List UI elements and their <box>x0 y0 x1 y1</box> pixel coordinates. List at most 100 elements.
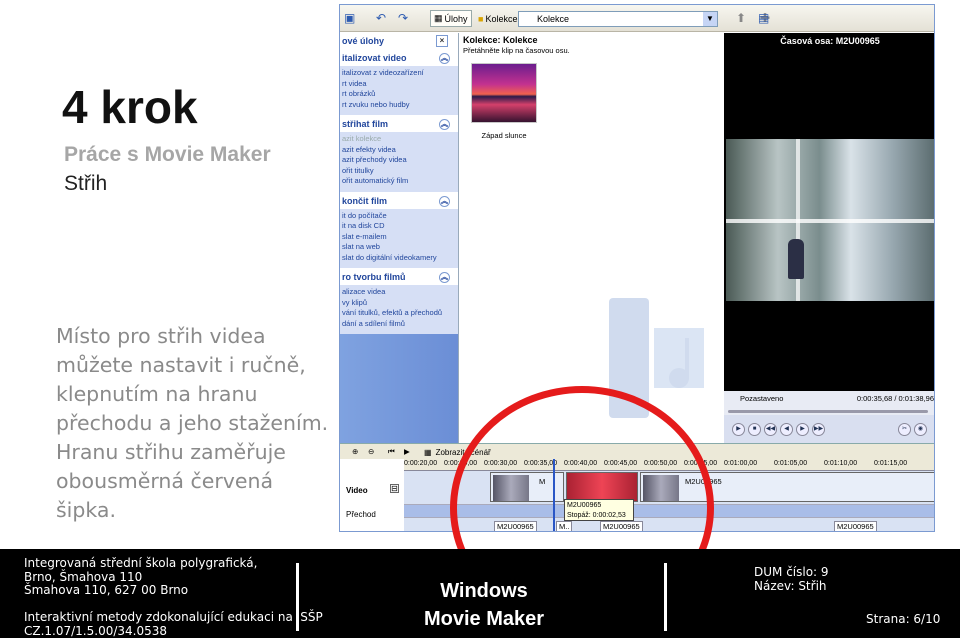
toolbar: ▣ ↶ ↷ ▦ Úlohy ■ Kolekce Kolekce ▼ ⬆ ✚ ✚ ▤ <box>340 5 934 32</box>
collapse-icon[interactable]: ︽ <box>439 272 450 283</box>
footer: Integrovaná střední škola polygrafická, … <box>0 549 960 638</box>
task-link[interactable]: slat do digitální videokamery <box>342 253 456 264</box>
task-link[interactable]: it do počítače <box>342 211 456 222</box>
task-section: italizovat video ︽ italizovat z videozaří… <box>340 49 458 115</box>
dum-info: DUM číslo: 9 Název: Střih <box>754 565 829 593</box>
timecode: 0:00:35,68 / 0:01:38,96 <box>856 394 934 403</box>
section-header[interactable]: ro tvorbu filmů ︽ <box>340 268 458 285</box>
storyboard-icon: ▦ <box>424 448 432 457</box>
prev-frame-icon[interactable]: ◀ <box>780 422 793 436</box>
project-line: CZ.1.07/1.5.00/34.0538 <box>24 623 168 638</box>
body-line: můžete nastavit i ručně, <box>56 353 306 377</box>
page-number: Strana: 6/10 <box>866 612 941 626</box>
task-pane-title: ové úlohy <box>342 36 385 46</box>
body-line: přechodu a jeho stažením. <box>56 411 329 435</box>
tasks-label: Úlohy <box>444 13 468 24</box>
collection-panel: Kolekce: Kolekce Přetáhněte klip na časo… <box>458 33 724 443</box>
task-link[interactable]: slat na web <box>342 242 456 253</box>
body-line: klepnutím na hranu <box>56 382 258 406</box>
status-text: Pozastaveno <box>740 394 784 403</box>
views-icon[interactable]: ▤ <box>758 11 769 25</box>
dum-number: DUM číslo: 9 <box>754 565 829 579</box>
collections-label: Kolekce <box>485 13 518 24</box>
ruler-tick: 0:01:05,00 <box>774 460 808 467</box>
collection-combo[interactable]: Kolekce ▼ <box>518 11 718 27</box>
seek-bar[interactable] <box>724 407 934 415</box>
task-link[interactable]: azit efekty videa <box>342 145 456 156</box>
folder-up-icon[interactable]: ⬆ <box>736 11 746 25</box>
video-track-label: Video <box>346 486 368 495</box>
track-clip[interactable]: M2U00965 <box>834 521 877 531</box>
school-line: Brno, Šmahova 110 <box>24 569 143 584</box>
zoom-out-icon[interactable]: ⊖ <box>368 444 374 459</box>
section-title: italizovat video <box>342 53 407 63</box>
task-link: azit kolekce <box>342 134 382 143</box>
tasks-icon: ▦ <box>434 13 443 23</box>
task-link[interactable]: vy klipů <box>342 298 456 309</box>
section-title: končit film <box>342 195 388 206</box>
section-header[interactable]: končit film ︽ <box>340 191 458 209</box>
collections-button[interactable]: ■ Kolekce <box>474 10 521 27</box>
body-line: Hranu střihu zaměřuje <box>56 440 286 464</box>
topic-line: Movie Maker <box>423 608 545 630</box>
redo-icon[interactable]: ↷ <box>398 11 408 25</box>
task-link[interactable]: azit přechody videa <box>342 155 456 166</box>
slide-subtitle: Práce s Movie Maker <box>64 143 271 166</box>
dum-name: Název: Střih <box>754 579 827 593</box>
ruler-tick: 0:01:15,00 <box>874 460 908 467</box>
split-icon[interactable]: ✂ <box>898 422 911 436</box>
task-link[interactable]: rt videa <box>342 79 456 90</box>
task-pane-header: ové úlohy × <box>340 33 458 49</box>
school-line: Šmahova 110, 627 00 Brno <box>24 583 189 597</box>
close-icon[interactable]: × <box>436 35 448 47</box>
play-timeline-icon[interactable]: ▶ <box>404 444 410 459</box>
undo-icon[interactable]: ↶ <box>376 11 386 25</box>
ruler-tick: 0:01:10,00 <box>824 460 858 467</box>
task-link[interactable]: ořit titulky <box>342 166 456 177</box>
save-icon[interactable]: ▣ <box>344 11 355 25</box>
task-pane: ové úlohy × italizovat video ︽ italizovat … <box>340 33 458 443</box>
rewind-icon[interactable]: ◀◀ <box>764 422 777 436</box>
section-header[interactable]: italizovat video ︽ <box>340 49 458 66</box>
chevron-down-icon[interactable]: ▼ <box>703 12 717 26</box>
transition-track-label: Přechod <box>346 510 376 519</box>
task-link[interactable]: rt zvuku nebo hudby <box>342 100 456 111</box>
combo-value: Kolekce <box>537 14 570 24</box>
collapse-icon[interactable]: ︽ <box>439 195 450 207</box>
section-header[interactable]: střihat film ︽ <box>340 115 458 132</box>
collapse-icon[interactable]: ︽ <box>439 119 450 130</box>
expand-icon[interactable]: ⊟ <box>390 484 399 493</box>
task-link[interactable]: vání titulků, efektů a přechodů <box>342 308 456 319</box>
task-link[interactable]: rt obrázků <box>342 89 456 100</box>
snapshot-icon[interactable]: ◉ <box>914 422 927 436</box>
task-link[interactable]: ořit automatický film <box>342 176 456 187</box>
ruler-tick: 0:00:20,00 <box>404 460 438 467</box>
section-title: ro tvorbu filmů <box>342 272 406 282</box>
project-info: Interaktivní metody zdokonalující edukac… <box>24 610 323 638</box>
slide-subtitle-2: Střih <box>64 172 108 195</box>
forward-icon[interactable]: ▶▶ <box>812 422 825 436</box>
task-link[interactable]: slat e-mailem <box>342 232 456 243</box>
tasks-button[interactable]: ▦ Úlohy <box>430 10 472 27</box>
body-line: Místo pro střih videa <box>56 324 266 348</box>
task-link[interactable]: it na disk CD <box>342 221 456 232</box>
video-frame <box>726 139 934 301</box>
task-link[interactable]: alizace videa <box>342 287 456 298</box>
section-title: střihat film <box>342 119 389 129</box>
collapse-icon[interactable]: ︽ <box>439 53 450 64</box>
playback-controls: ▶ ■ ◀◀ ◀ ▶ ▶▶ ✂ ◉ <box>724 415 934 443</box>
task-link[interactable]: dání a sdílení filmů <box>342 319 456 330</box>
preview-monitor: Časová osa: M2U00965 Pozastaveno 0:00:35… <box>724 33 934 443</box>
task-link[interactable]: italizovat z videozařízení <box>342 68 456 79</box>
folder-icon: ■ <box>478 13 484 24</box>
task-section: ro tvorbu filmů ︽ alizace videa vy klipů … <box>340 268 458 334</box>
play-icon[interactable]: ▶ <box>732 422 745 436</box>
slide: 4 krok Práce s Movie Maker Střih Místo p… <box>0 0 960 638</box>
preview-status-bar: Pozastaveno 0:00:35,68 / 0:01:38,96 <box>724 391 934 407</box>
zoom-in-icon[interactable]: ⊕ <box>352 444 358 459</box>
rewind-timeline-icon[interactable]: ⏮ <box>388 444 395 459</box>
stop-icon[interactable]: ■ <box>748 422 761 436</box>
next-frame-icon[interactable]: ▶ <box>796 422 809 436</box>
sunset-clip-thumbnail[interactable] <box>471 63 537 123</box>
task-section: střihat film ︽ azit kolekce azit efekty v… <box>340 115 458 192</box>
